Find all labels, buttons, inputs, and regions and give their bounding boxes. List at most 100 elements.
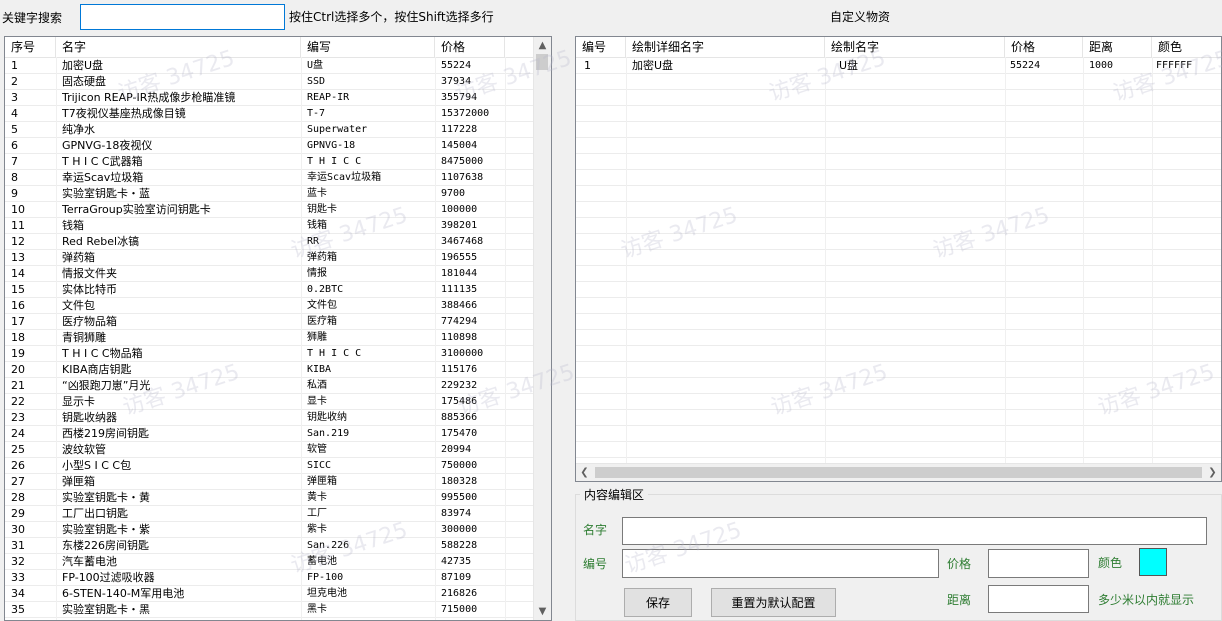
hscrollbar-thumb[interactable] (595, 467, 1202, 478)
row-index: 11 (11, 219, 25, 232)
col-header-price[interactable]: 价格 (1005, 37, 1083, 57)
table-row[interactable]: 4 T7夜视仪基座热成像目镜 T-7 15372000 (5, 106, 536, 122)
table-row[interactable]: 25 波纹软管 软管 20994 (5, 442, 536, 458)
price-input[interactable] (988, 549, 1089, 578)
col-header-number[interactable]: 编号 (576, 37, 626, 57)
table-row[interactable]: 6 GPNVG-18夜视仪 GPNVG-18 145004 (5, 138, 536, 154)
row-code: KIBA (307, 364, 332, 375)
custom-list-hscrollbar[interactable]: ❮ ❯ (576, 463, 1221, 481)
table-row[interactable]: 18 青铜狮雕 狮雕 110898 (5, 330, 536, 346)
row-price: 300000 (441, 524, 478, 535)
table-row[interactable]: 33 FP-100过滤吸收器 FP-100 87109 (5, 570, 536, 586)
table-row[interactable]: 14 情报文件夹 情报 181044 (5, 266, 536, 282)
col-header-name[interactable]: 名字 (56, 37, 301, 57)
table-row[interactable]: 35 实验室钥匙卡・黑 黑卡 715000 (5, 602, 536, 618)
search-input[interactable] (80, 4, 285, 30)
scrollbar-thumb[interactable] (536, 54, 548, 70)
column-divider (825, 57, 826, 464)
table-row[interactable]: 5 纯净水 Superwater 117228 (5, 122, 536, 138)
custom-item-list[interactable]: 编号 绘制详细名字 绘制名字 价格 距离 颜色 1 加密U盘 U盘 55224 1000… (575, 36, 1222, 482)
row-index: 27 (11, 475, 25, 488)
row-price: 196555 (441, 252, 478, 263)
row-name: 文件包 (62, 299, 95, 312)
scroll-down-icon[interactable]: ▼ (534, 603, 551, 620)
row-price: 216826 (441, 588, 478, 599)
table-row (576, 218, 1221, 234)
save-button[interactable]: 保存 (624, 588, 692, 617)
row-index: 20 (11, 363, 25, 376)
row-price: 388466 (441, 300, 478, 311)
row-code: T H I C C (307, 156, 362, 167)
table-row[interactable]: 12 Red Rebel冰镐 RR 3467468 (5, 234, 536, 250)
table-row[interactable]: 1 加密U盘 U盘 55224 (5, 58, 536, 74)
row-index: 19 (11, 347, 25, 360)
row-name: 汽车蓄电池 (62, 555, 117, 568)
item-list-scrollbar[interactable]: ▲ ▼ (533, 37, 551, 620)
row-price: 1107638 (441, 172, 484, 183)
name-input[interactable] (622, 517, 1207, 545)
table-row[interactable]: 7 T H I C C武器箱 T H I C C 8475000 (5, 154, 536, 170)
table-row[interactable]: 1 加密U盘 U盘 55224 1000 FFFFFF (576, 58, 1221, 74)
scroll-left-icon[interactable]: ❮ (576, 464, 593, 481)
table-row[interactable]: 8 幸运Scav垃圾箱 幸运Scav垃圾箱 1107638 (5, 170, 536, 186)
table-row[interactable]: 28 实验室钥匙卡・黄 黄卡 995500 (5, 490, 536, 506)
item-list[interactable]: 序号 名字 编写 价格 1 加密U盘 U盘 55224 2 固态硬盘 SSD 37934 3 Tr… (4, 36, 552, 621)
table-row[interactable]: 26 小型S I C C包 SICC 750000 (5, 458, 536, 474)
table-row[interactable]: 31 东楼226房间钥匙 San.226 588228 (5, 538, 536, 554)
scroll-right-icon[interactable]: ❯ (1204, 464, 1221, 481)
table-row[interactable]: 13 弹药箱 弹药箱 196555 (5, 250, 536, 266)
row-price: 87109 (441, 572, 472, 583)
table-row[interactable]: 16 文件包 文件包 388466 (5, 298, 536, 314)
row-price: 995500 (441, 492, 478, 503)
table-row[interactable]: 23 钥匙收纳器 钥匙收纳 885366 (5, 410, 536, 426)
table-row[interactable]: 3 Trijicon REAP-IR热成像步枪瞄准镜 REAP-IR 355794 (5, 90, 536, 106)
table-row[interactable]: 17 医疗物品箱 医疗箱 774294 (5, 314, 536, 330)
col-header-distance[interactable]: 距离 (1083, 37, 1152, 57)
row-name: 钥匙收纳器 (62, 411, 117, 424)
row-index: 9 (11, 187, 18, 200)
col-header-draw-name[interactable]: 绘制名字 (825, 37, 1005, 57)
row-index: 2 (11, 75, 18, 88)
table-row[interactable]: 24 西楼219房间钥匙 San.219 175470 (5, 426, 536, 442)
table-row[interactable]: 15 实体比特币 0.2BTC 111135 (5, 282, 536, 298)
distance-input[interactable] (988, 585, 1089, 613)
col-header-detail-name[interactable]: 绘制详细名字 (626, 37, 825, 57)
color-swatch[interactable] (1139, 548, 1167, 576)
row-code: REAP-IR (307, 92, 350, 103)
row-distance: 1000 (1089, 60, 1114, 71)
col-header-code[interactable]: 编写 (301, 37, 435, 57)
table-row[interactable]: 9 实验室钥匙卡・蓝 蓝卡 9700 (5, 186, 536, 202)
scroll-up-icon[interactable]: ▲ (534, 37, 551, 54)
row-price: 55224 (1010, 60, 1041, 71)
row-code: 蓝卡 (307, 188, 327, 199)
table-row[interactable]: 10 TerraGroup实验室访问钥匙卡 钥匙卡 100000 (5, 202, 536, 218)
table-row (576, 90, 1221, 106)
table-row (576, 186, 1221, 202)
table-row[interactable]: 29 工厂出口钥匙 工厂 83974 (5, 506, 536, 522)
table-row[interactable]: 21 “凶狠跑刀崽”月光 私酒 229232 (5, 378, 536, 394)
row-index: 34 (11, 587, 25, 600)
column-divider (1152, 57, 1153, 464)
table-row (576, 234, 1221, 250)
color-label: 颜色 (1098, 556, 1123, 570)
table-row[interactable]: 19 T H I C C物品箱 T H I C C 3100000 (5, 346, 536, 362)
table-row[interactable]: 27 弹匣箱 弹匣箱 180328 (5, 474, 536, 490)
table-row[interactable]: 32 汽车蓄电池 蓄电池 42735 (5, 554, 536, 570)
row-price: 175486 (441, 396, 478, 407)
row-name: “凶狠跑刀崽”月光 (62, 379, 151, 392)
table-row[interactable]: 20 KIBA商店钥匙 KIBA 115176 (5, 362, 536, 378)
col-header-index[interactable]: 序号 (5, 37, 56, 57)
col-header-color[interactable]: 颜色 (1152, 37, 1221, 57)
code-input[interactable] (622, 549, 939, 578)
column-divider (435, 57, 436, 620)
table-row[interactable]: 30 实验室钥匙卡・紫 紫卡 300000 (5, 522, 536, 538)
column-divider (301, 57, 302, 620)
col-header-price[interactable]: 价格 (435, 37, 505, 57)
table-row[interactable]: 2 固态硬盘 SSD 37934 (5, 74, 536, 90)
row-code: 显卡 (307, 396, 327, 407)
table-row[interactable]: 34 6-STEN-140-M军用电池 坦克电池 216826 (5, 586, 536, 602)
table-row[interactable]: 11 钱箱 钱箱 398201 (5, 218, 536, 234)
row-price: 175470 (441, 428, 478, 439)
table-row[interactable]: 22 显示卡 显卡 175486 (5, 394, 536, 410)
reset-default-button[interactable]: 重置为默认配置 (711, 588, 836, 617)
